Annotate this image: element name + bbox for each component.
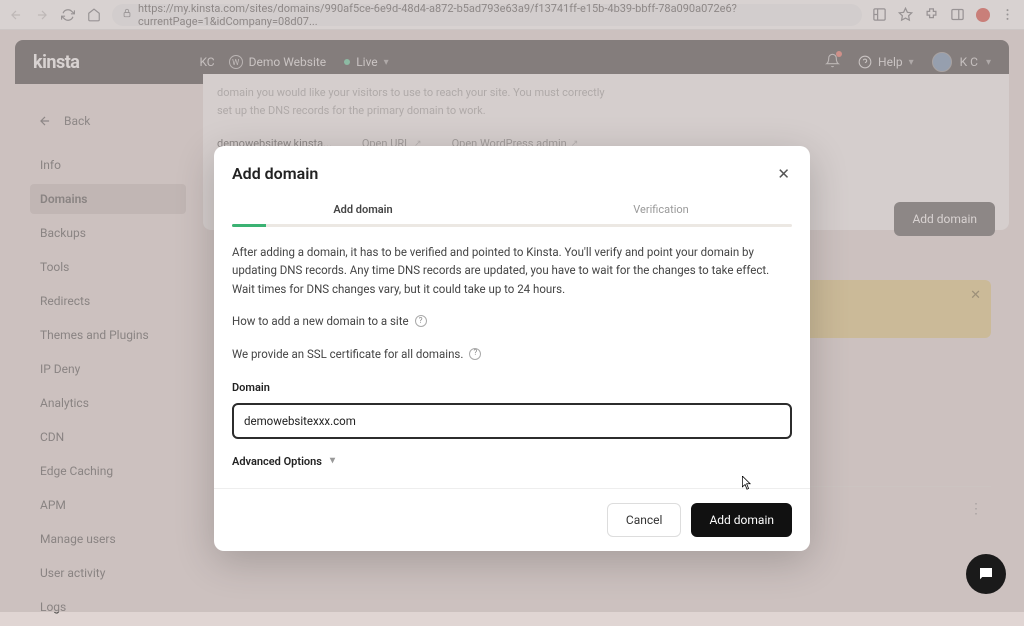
help-circle-icon[interactable]: ? (469, 348, 481, 360)
modal-tabs: Add domain Verification (214, 195, 810, 224)
cancel-button[interactable]: Cancel (607, 503, 682, 537)
chevron-down-icon: ▾ (330, 453, 335, 469)
domain-field-label: Domain (232, 379, 792, 397)
help-circle-icon: ? (415, 315, 427, 327)
add-domain-submit-button[interactable]: Add domain (691, 503, 792, 537)
close-icon[interactable]: ✕ (777, 165, 790, 183)
tab-add-domain[interactable]: Add domain (214, 195, 512, 224)
tab-verification[interactable]: Verification (512, 195, 810, 224)
ssl-info-text: We provide an SSL certificate for all do… (232, 345, 792, 363)
domain-input[interactable] (232, 403, 792, 439)
advanced-options-toggle[interactable]: Advanced Options ▾ (232, 453, 792, 489)
add-domain-modal: Add domain ✕ Add domain Verification Aft… (214, 146, 810, 551)
modal-description: After adding a domain, it has to be veri… (232, 243, 792, 298)
modal-title: Add domain (232, 164, 318, 183)
how-to-link[interactable]: How to add a new domain to a site ? (232, 312, 792, 330)
intercom-chat-button[interactable] (966, 554, 1006, 594)
